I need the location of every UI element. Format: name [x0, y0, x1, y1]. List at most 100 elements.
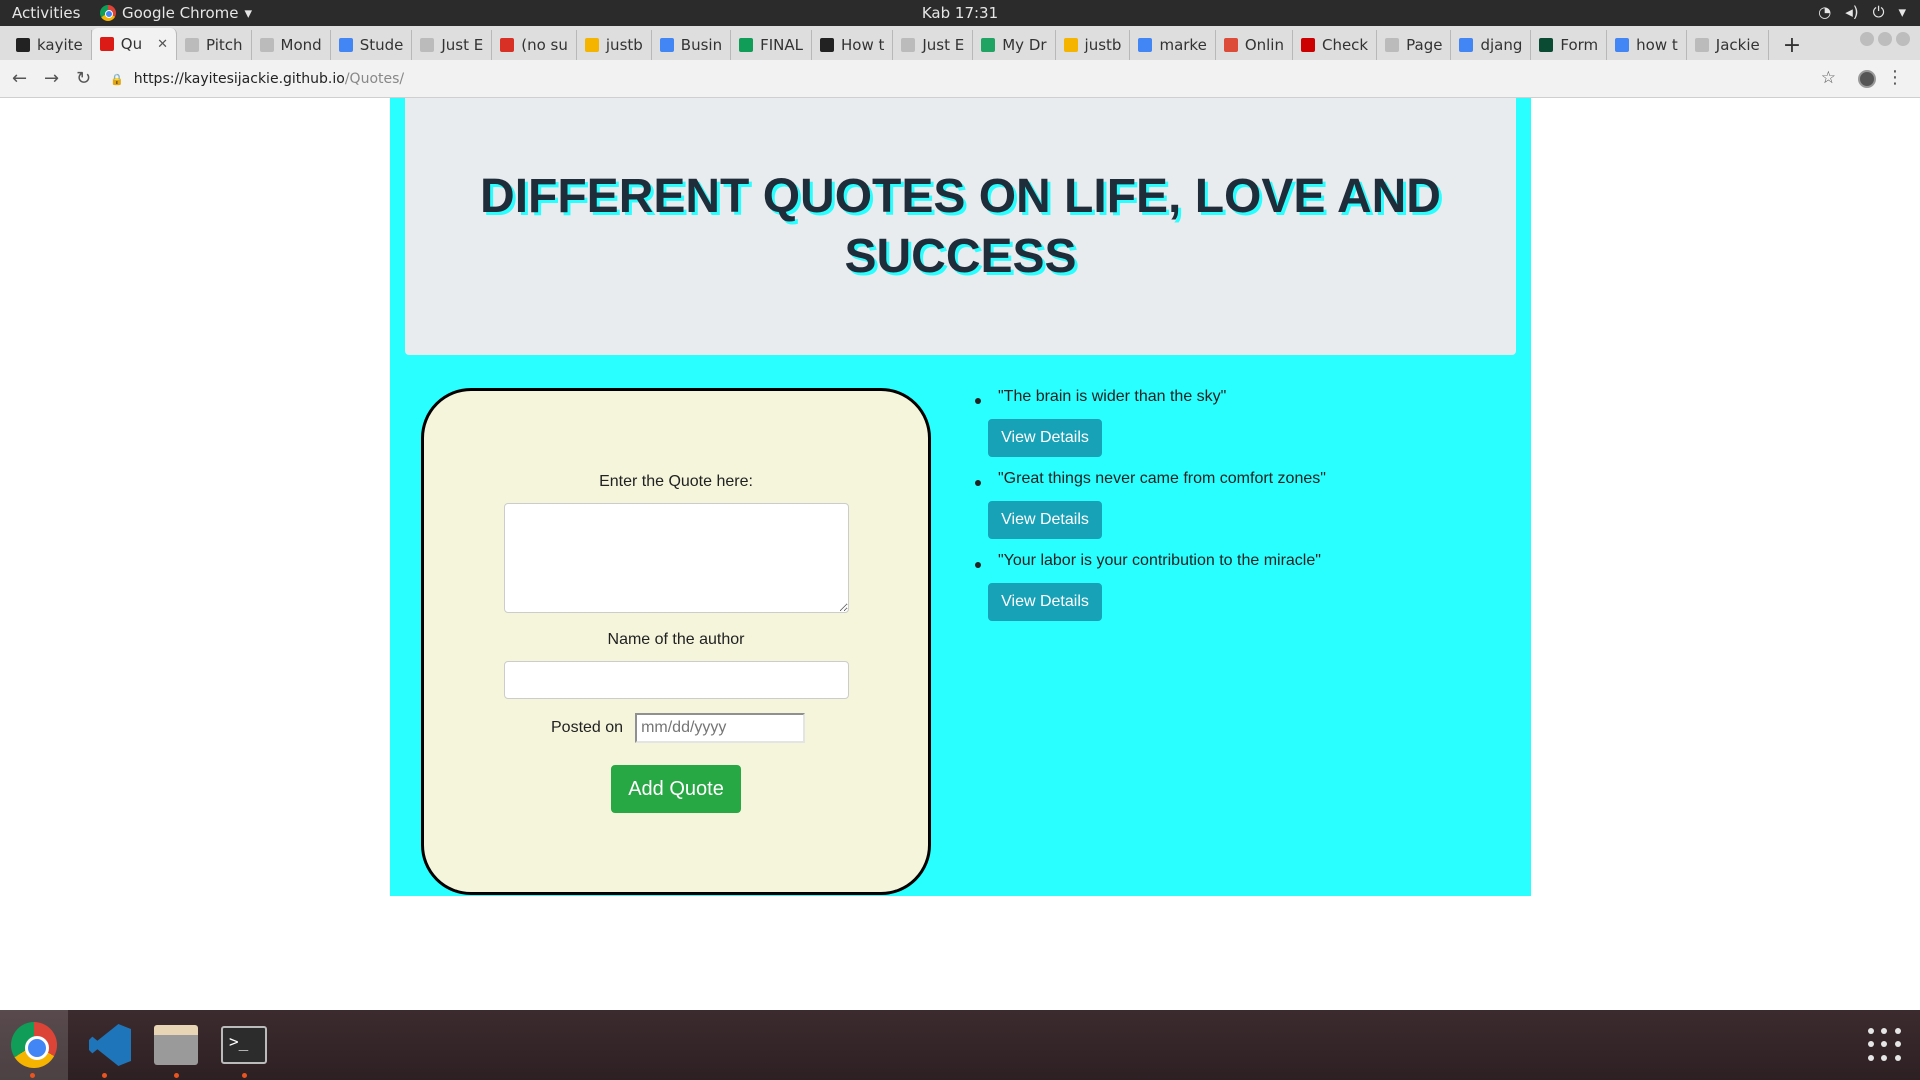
page-icon — [185, 38, 200, 52]
running-indicator — [102, 1073, 107, 1078]
bookmark-star-icon[interactable]: ☆ — [1821, 68, 1836, 88]
close-tab-icon[interactable]: ✕ — [157, 37, 168, 52]
window-controls — [1860, 32, 1910, 46]
tab-label: Qu — [120, 35, 143, 53]
quote-text: "The brain is wider than the sky" — [998, 388, 1227, 405]
profile-avatar[interactable] — [1858, 70, 1876, 88]
slides-icon — [584, 38, 599, 52]
list-item: "Your labor is your contribution to the … — [975, 552, 1495, 634]
url-host: https://kayitesijackie.github.io — [133, 71, 345, 87]
vscode-icon — [89, 1024, 131, 1066]
list-item: "The brain is wider than the sky" View D… — [975, 388, 1495, 470]
page-viewport: DIFFERENT QUOTES ON LIFE, LOVE AND SUCCE… — [0, 98, 1920, 1010]
list-item: "Great things never came from comfort zo… — [975, 470, 1495, 552]
show-applications-icon[interactable] — [1868, 1028, 1902, 1062]
bullet — [975, 480, 981, 486]
tab-label: (no su — [521, 36, 568, 54]
url-path: /Quotes/ — [344, 71, 405, 87]
add-quote-button[interactable]: Add Quote — [611, 765, 741, 813]
view-details-button[interactable]: View Details — [988, 583, 1102, 621]
browser-tab[interactable]: Onlin — [1216, 30, 1293, 60]
volume-icon: ◂) — [1845, 3, 1859, 21]
maximize-button[interactable] — [1878, 32, 1892, 46]
google-icon — [1615, 38, 1630, 52]
browser-tab[interactable]: marke — [1130, 30, 1216, 60]
browser-tab[interactable]: justb — [1056, 30, 1131, 60]
dock-vscode[interactable] — [76, 1010, 144, 1080]
browser-tab[interactable]: (no su — [492, 30, 577, 60]
view-details-button[interactable]: View Details — [988, 419, 1102, 457]
hbr-icon — [819, 38, 834, 52]
browser-tab[interactable]: How t — [812, 30, 894, 60]
tab-label: how t — [1636, 36, 1678, 54]
slides-icon — [1063, 38, 1078, 52]
browser-tab[interactable]: Jackie — [1687, 30, 1769, 60]
browser-tab[interactable]: Mond — [252, 30, 331, 60]
new-tab-button[interactable]: + — [1769, 30, 1815, 60]
page-icon — [1385, 38, 1400, 52]
dock-chrome[interactable] — [0, 1010, 68, 1080]
browser-tab[interactable]: Pitch — [177, 30, 252, 60]
dock-terminal[interactable]: >_ — [210, 1010, 278, 1080]
system-tray[interactable]: ◔ ◂) ⏻ ▾ — [1818, 3, 1906, 21]
view-details-button[interactable]: View Details — [988, 501, 1102, 539]
posted-on-label: Posted on — [551, 719, 624, 736]
address-bar[interactable]: 🔒 https://kayitesijackie.github.io/Quote… — [110, 66, 1790, 92]
minimize-button[interactable] — [1860, 32, 1874, 46]
browser-tab[interactable]: My Dr — [973, 30, 1056, 60]
quote-text: "Your labor is your contribution to the … — [998, 552, 1321, 569]
quote-text: "Great things never came from comfort zo… — [998, 470, 1326, 487]
tab-label: djang — [1480, 36, 1523, 54]
browser-tab[interactable]: Just E — [893, 30, 974, 60]
quote-form: Enter the Quote here: Name of the author… — [421, 388, 931, 895]
page-icon — [420, 38, 435, 52]
back-arrow-icon[interactable]: ← — [12, 68, 27, 89]
google-icon — [1138, 38, 1153, 52]
sheets-icon — [739, 38, 754, 52]
power-icon: ⏻ — [1872, 3, 1885, 21]
browser-tab[interactable]: FINAL — [731, 30, 812, 60]
tab-label: Form — [1560, 36, 1599, 54]
author-label: Name of the author — [607, 631, 745, 648]
close-window-button[interactable] — [1896, 32, 1910, 46]
browser-tab[interactable]: Qu ✕ — [91, 28, 178, 60]
browser-tab[interactable]: Check — [1293, 30, 1378, 60]
browser-tab[interactable]: Busin — [652, 30, 732, 60]
browser-toolbar: ← → ↻ 🔒 https://kayitesijackie.github.io… — [0, 60, 1920, 98]
gmail-icon — [500, 38, 515, 52]
browser-tab[interactable]: Stude — [331, 30, 413, 60]
tab-label: How t — [840, 36, 885, 54]
tab-label: Just E — [922, 36, 965, 54]
date-input[interactable] — [635, 713, 806, 743]
author-input[interactable] — [504, 661, 849, 699]
forward-arrow-icon[interactable]: → — [44, 68, 59, 89]
clock[interactable]: Kab 17:31 — [0, 4, 1920, 22]
dock-files[interactable] — [142, 1010, 210, 1080]
tab-label: Mond — [280, 36, 322, 54]
tab-label: Pitch — [206, 36, 243, 54]
check-icon — [1300, 38, 1315, 52]
browser-tab[interactable]: how t — [1607, 30, 1687, 60]
system-top-bar: Activities Google Chrome ▾ Kab 17:31 ◔ ◂… — [0, 0, 1920, 26]
tab-label: Stude — [359, 36, 404, 54]
page-title: DIFFERENT QUOTES ON LIFE, LOVE AND SUCCE… — [480, 169, 1441, 283]
menu-kebab-icon[interactable]: ⋮ — [1886, 67, 1904, 88]
browser-tab[interactable]: justb — [577, 30, 652, 60]
lock-icon[interactable]: 🔒 — [110, 73, 124, 86]
running-indicator — [30, 1073, 35, 1078]
tab-label: Just E — [441, 36, 484, 54]
browser-tab[interactable]: djang — [1451, 30, 1532, 60]
browser-tab[interactable]: Form — [1531, 30, 1608, 60]
quote-list: "The brain is wider than the sky" View D… — [975, 388, 1495, 634]
quote-label: Enter the Quote here: — [599, 473, 753, 490]
tab-label: justb — [1084, 36, 1122, 54]
tab-label: Check — [1321, 36, 1369, 54]
browser-tab[interactable]: Page — [1377, 30, 1452, 60]
reload-icon[interactable]: ↻ — [76, 68, 91, 89]
quote-textarea[interactable] — [504, 503, 849, 613]
terminal-icon: >_ — [221, 1026, 267, 1064]
browser-tab[interactable]: kayite — [8, 30, 92, 60]
page-icon — [901, 38, 916, 52]
tab-label: Onlin — [1244, 36, 1284, 54]
browser-tab[interactable]: Just E — [412, 30, 493, 60]
